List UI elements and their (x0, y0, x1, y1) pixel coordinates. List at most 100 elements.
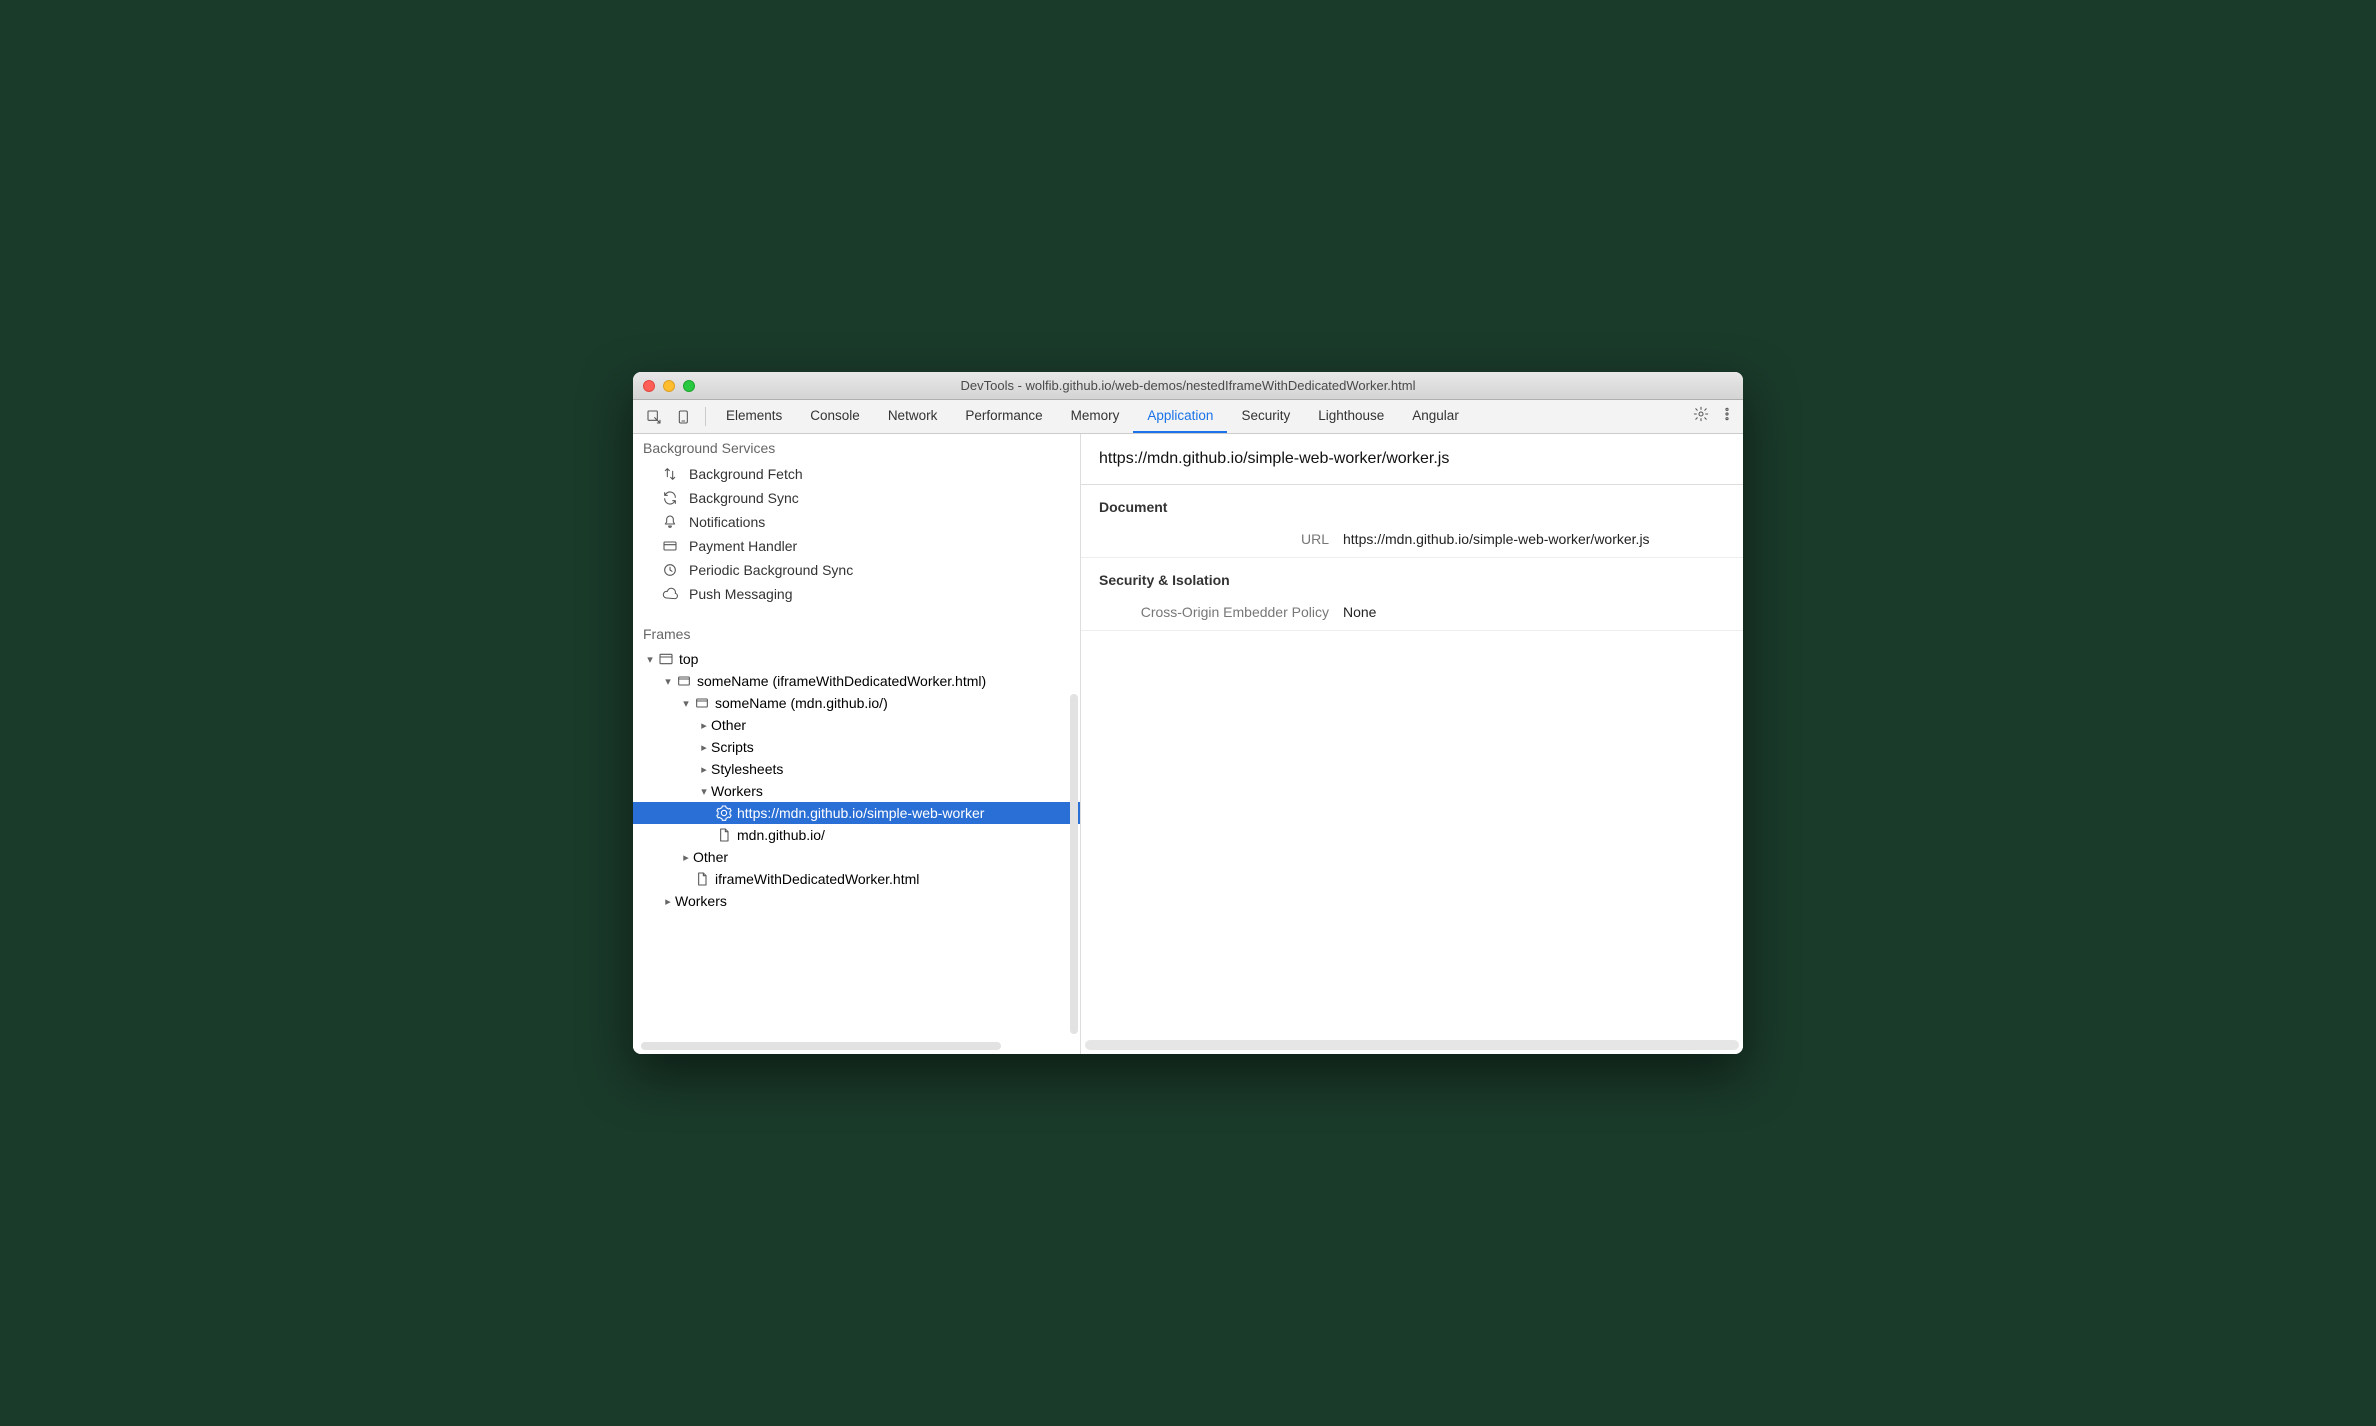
sidebar: Background Services Background Fetch Bac… (633, 434, 1081, 1054)
window-icon (657, 651, 675, 667)
body: Background Services Background Fetch Bac… (633, 434, 1743, 1054)
tab-performance[interactable]: Performance (951, 400, 1056, 433)
devtools-window: DevTools - wolfib.github.io/web-demos/ne… (633, 372, 1743, 1054)
file-icon (715, 827, 733, 843)
tree-workers-bottom[interactable]: Workers (633, 890, 1080, 912)
tree-label: top (679, 651, 698, 667)
inspect-element-icon[interactable] (639, 400, 669, 433)
tree-label: someName (mdn.github.io/) (715, 695, 888, 711)
titlebar: DevTools - wolfib.github.io/web-demos/ne… (633, 372, 1743, 400)
maximize-window-button[interactable] (683, 380, 695, 392)
tab-network[interactable]: Network (874, 400, 952, 433)
updown-icon (661, 466, 679, 482)
tab-security[interactable]: Security (1227, 400, 1304, 433)
tree-mdn-file[interactable]: mdn.github.io/ (633, 824, 1080, 846)
coep-row: Cross-Origin Embedder Policy None (1099, 600, 1725, 624)
bg-fetch-item[interactable]: Background Fetch (633, 462, 1080, 486)
minimize-window-button[interactable] (663, 380, 675, 392)
file-icon (693, 871, 711, 887)
disclosure-icon[interactable] (697, 716, 711, 732)
gear-icon (715, 805, 733, 821)
bg-services-heading: Background Services (633, 434, 1080, 462)
tabbar-actions (1685, 400, 1743, 433)
card-icon (661, 538, 679, 554)
payment-label: Payment Handler (689, 538, 797, 554)
main-footer (1081, 1036, 1743, 1054)
tree-worker-selected[interactable]: https://mdn.github.io/simple-web-worker (633, 802, 1080, 824)
sidebar-scrollbar-vertical[interactable] (1070, 694, 1078, 1034)
push-label: Push Messaging (689, 586, 793, 602)
tab-memory[interactable]: Memory (1057, 400, 1134, 433)
tree-label: https://mdn.github.io/simple-web-worker (737, 805, 984, 821)
tree-workers[interactable]: Workers (633, 780, 1080, 802)
url-value: https://mdn.github.io/simple-web-worker/… (1343, 531, 1650, 547)
bg-sync-item[interactable]: Background Sync (633, 486, 1080, 510)
device-toolbar-icon[interactable] (669, 400, 699, 433)
push-item[interactable]: Push Messaging (633, 582, 1080, 606)
tree-label: Other (711, 717, 746, 733)
main-title: https://mdn.github.io/simple-web-worker/… (1081, 434, 1743, 485)
payment-item[interactable]: Payment Handler (633, 534, 1080, 558)
tab-console[interactable]: Console (796, 400, 874, 433)
bg-sync-label: Background Sync (689, 490, 799, 506)
tree-label: Other (693, 849, 728, 865)
disclosure-icon[interactable] (643, 650, 657, 666)
tree-label: Scripts (711, 739, 754, 755)
tab-application[interactable]: Application (1133, 400, 1227, 433)
tabs-container: Elements Console Network Performance Mem… (712, 400, 1685, 433)
tree-label: Stylesheets (711, 761, 783, 777)
window-title: DevTools - wolfib.github.io/web-demos/ne… (633, 378, 1743, 393)
sidebar-scroll[interactable]: Background Services Background Fetch Bac… (633, 434, 1080, 1054)
divider (705, 407, 706, 426)
gear-icon[interactable] (1693, 406, 1709, 427)
disclosure-icon[interactable] (661, 892, 675, 908)
close-window-button[interactable] (643, 380, 655, 392)
tree-label: someName (iframeWithDedicatedWorker.html… (697, 673, 986, 689)
tab-angular[interactable]: Angular (1398, 400, 1473, 433)
sidebar-scrollbar-horizontal[interactable] (641, 1042, 1001, 1050)
tree-label: iframeWithDedicatedWorker.html (715, 871, 919, 887)
bg-fetch-label: Background Fetch (689, 466, 803, 482)
tree-top[interactable]: top (633, 648, 1080, 670)
frames-heading: Frames (633, 620, 1080, 648)
tree-label: Workers (711, 783, 763, 799)
clock-icon (661, 562, 679, 578)
tab-lighthouse[interactable]: Lighthouse (1304, 400, 1398, 433)
document-heading: Document (1099, 499, 1725, 515)
security-heading: Security & Isolation (1099, 572, 1725, 588)
tab-elements[interactable]: Elements (712, 400, 796, 433)
notifications-label: Notifications (689, 514, 765, 530)
coep-value: None (1343, 604, 1376, 620)
coep-label: Cross-Origin Embedder Policy (1099, 604, 1329, 620)
bell-icon (661, 514, 679, 530)
periodic-sync-label: Periodic Background Sync (689, 562, 853, 578)
tree-iframe-file[interactable]: iframeWithDedicatedWorker.html (633, 868, 1080, 890)
tree-scripts[interactable]: Scripts (633, 736, 1080, 758)
disclosure-icon[interactable] (697, 738, 711, 754)
disclosure-icon[interactable] (697, 782, 711, 798)
disclosure-icon[interactable] (697, 760, 711, 776)
main-scrollbar-horizontal[interactable] (1085, 1040, 1739, 1050)
url-row: URL https://mdn.github.io/simple-web-wor… (1099, 527, 1725, 551)
main-panel: https://mdn.github.io/simple-web-worker/… (1081, 434, 1743, 1054)
tabbar: Elements Console Network Performance Mem… (633, 400, 1743, 434)
tree-frame-2[interactable]: someName (mdn.github.io/) (633, 692, 1080, 714)
tree-stylesheets[interactable]: Stylesheets (633, 758, 1080, 780)
url-label: URL (1099, 531, 1329, 547)
document-section: Document URL https://mdn.github.io/simpl… (1081, 485, 1743, 558)
disclosure-icon[interactable] (679, 694, 693, 710)
tree-label: Workers (675, 893, 727, 909)
bg-services-list: Background Fetch Background Sync Notific… (633, 462, 1080, 620)
tree-other-2[interactable]: Other (633, 846, 1080, 868)
security-section: Security & Isolation Cross-Origin Embedd… (1081, 558, 1743, 631)
sync-icon (661, 490, 679, 506)
tree-other[interactable]: Other (633, 714, 1080, 736)
kebab-menu-icon[interactable] (1719, 406, 1735, 427)
disclosure-icon[interactable] (661, 672, 675, 688)
frame-icon (693, 695, 711, 711)
frames-tree: top someName (iframeWithDedicatedWorker.… (633, 648, 1080, 912)
disclosure-icon[interactable] (679, 848, 693, 864)
periodic-sync-item[interactable]: Periodic Background Sync (633, 558, 1080, 582)
tree-frame-1[interactable]: someName (iframeWithDedicatedWorker.html… (633, 670, 1080, 692)
notifications-item[interactable]: Notifications (633, 510, 1080, 534)
